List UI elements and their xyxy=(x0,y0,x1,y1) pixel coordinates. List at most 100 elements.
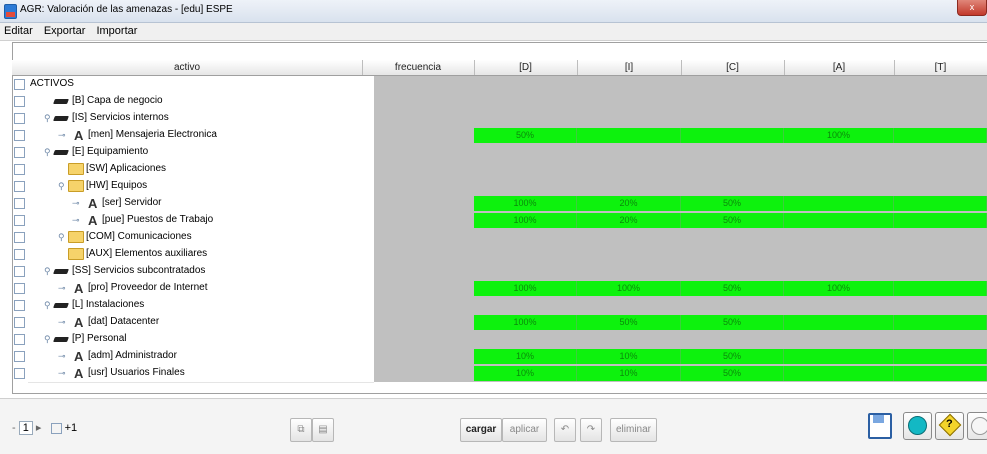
level-value[interactable]: 1 xyxy=(18,421,33,435)
row-checkbox[interactable] xyxy=(14,317,25,328)
table-row[interactable]: ⊸ A [dat] Datacenter 100% 50% 50% xyxy=(12,314,987,332)
tree-cell[interactable]: ACTIVOS xyxy=(28,76,374,94)
close-button[interactable]: x xyxy=(957,0,987,16)
table-row[interactable]: [AUX] Elementos auxiliares xyxy=(12,246,987,264)
level-checkbox[interactable] xyxy=(50,422,62,434)
smiley-icon[interactable] xyxy=(903,412,932,440)
table-row[interactable]: ACTIVOS xyxy=(12,76,987,94)
row-checkbox[interactable] xyxy=(14,300,25,311)
value-cell[interactable]: 50% xyxy=(681,366,784,381)
value-cell[interactable]: 20% xyxy=(577,196,681,211)
cargar-button[interactable]: cargar xyxy=(460,418,502,442)
value-cell[interactable] xyxy=(784,349,894,364)
row-checkbox[interactable] xyxy=(14,130,25,141)
table-row[interactable]: ⊸ A [usr] Usuarios Finales 10% 10% 50% xyxy=(12,365,987,383)
tree-cell[interactable]: ⚲ [HW] Equipos xyxy=(28,178,374,196)
node-handle-icon[interactable]: ⊸ xyxy=(58,283,66,294)
value-cell[interactable]: 10% xyxy=(577,349,681,364)
table-row[interactable]: ⚲ [P] Personal xyxy=(12,331,987,349)
table-row[interactable]: ⊸ A [ser] Servidor 100% 20% 50% xyxy=(12,195,987,213)
help-icon[interactable]: ? xyxy=(935,412,964,440)
expand-toggle-icon[interactable]: ⚲ xyxy=(44,334,51,345)
value-cell[interactable] xyxy=(894,366,987,381)
value-cell[interactable] xyxy=(784,213,894,228)
col-d[interactable]: [D] xyxy=(474,60,578,75)
tree-cell[interactable]: ⚲ [SS] Servicios subcontratados xyxy=(28,263,374,281)
table-row[interactable]: [SW] Aplicaciones xyxy=(12,161,987,179)
node-handle-icon[interactable]: ⊸ xyxy=(72,198,80,209)
value-cell[interactable]: 50% xyxy=(474,128,577,143)
value-cell[interactable]: 10% xyxy=(577,366,681,381)
aplicar-button[interactable]: aplicar xyxy=(502,418,547,442)
value-cell[interactable]: 50% xyxy=(681,315,784,330)
paste-icon[interactable]: ▤ xyxy=(312,418,334,442)
expand-toggle-icon[interactable]: ⚲ xyxy=(44,147,51,158)
col-c[interactable]: [C] xyxy=(681,60,785,75)
value-cell[interactable]: 100% xyxy=(784,281,894,296)
value-cell[interactable]: 100% xyxy=(474,213,577,228)
undo-icon[interactable]: ↶ xyxy=(554,418,576,442)
tree-cell[interactable]: ⊸ A [adm] Administrador xyxy=(28,348,374,366)
tree-cell[interactable]: ⚲ [P] Personal xyxy=(28,331,374,349)
row-checkbox[interactable] xyxy=(14,266,25,277)
value-cell[interactable] xyxy=(577,128,681,143)
value-cell[interactable] xyxy=(894,128,987,143)
row-checkbox[interactable] xyxy=(14,215,25,226)
col-i[interactable]: [I] xyxy=(577,60,682,75)
expand-toggle-icon[interactable]: ⚲ xyxy=(44,266,51,277)
value-cell[interactable]: 50% xyxy=(681,349,784,364)
value-cell[interactable] xyxy=(894,213,987,228)
table-row[interactable]: ⊸ A [men] Mensajeria Electronica 50% 100% xyxy=(12,127,987,145)
expand-toggle-icon[interactable]: ⚲ xyxy=(58,232,65,243)
redo-icon[interactable]: ↷ xyxy=(580,418,602,442)
row-checkbox[interactable] xyxy=(14,334,25,345)
row-checkbox[interactable] xyxy=(14,283,25,294)
tree-cell[interactable]: [AUX] Elementos auxiliares xyxy=(28,246,374,264)
value-cell[interactable] xyxy=(784,366,894,381)
row-checkbox[interactable] xyxy=(14,232,25,243)
node-handle-icon[interactable]: ⊸ xyxy=(72,215,80,226)
value-cell[interactable]: 100% xyxy=(474,281,577,296)
table-row[interactable]: ⚲ [SS] Servicios subcontratados xyxy=(12,263,987,281)
value-cell[interactable] xyxy=(784,196,894,211)
tree-cell[interactable]: ⚲ [COM] Comunicaciones xyxy=(28,229,374,247)
tree-cell[interactable]: ⊸ A [pue] Puestos de Trabajo xyxy=(28,212,374,230)
row-checkbox[interactable] xyxy=(14,351,25,362)
save-icon[interactable] xyxy=(868,413,892,439)
tree-cell[interactable]: ⚲ [IS] Servicios internos xyxy=(28,110,374,128)
sad-icon[interactable] xyxy=(967,412,987,440)
value-cell[interactable]: 50% xyxy=(681,196,784,211)
row-checkbox[interactable] xyxy=(14,164,25,175)
value-cell[interactable]: 100% xyxy=(474,196,577,211)
row-checkbox[interactable] xyxy=(14,181,25,192)
menu-exportar[interactable]: Exportar xyxy=(40,23,90,37)
tree-cell[interactable]: [B] Capa de negocio xyxy=(28,93,374,111)
value-cell[interactable]: 50% xyxy=(681,213,784,228)
table-row[interactable]: ⚲ [HW] Equipos xyxy=(12,178,987,196)
table-row[interactable]: [B] Capa de negocio xyxy=(12,93,987,111)
value-cell[interactable]: 20% xyxy=(577,213,681,228)
table-row[interactable]: ⚲ [IS] Servicios internos xyxy=(12,110,987,128)
row-checkbox[interactable] xyxy=(14,198,25,209)
table-row[interactable]: ⚲ [L] Instalaciones xyxy=(12,297,987,315)
col-frecuencia[interactable]: frecuencia xyxy=(362,60,475,75)
row-checkbox[interactable] xyxy=(14,96,25,107)
menu-editar[interactable]: Editar xyxy=(0,23,37,37)
value-cell[interactable]: 50% xyxy=(681,281,784,296)
value-cell[interactable]: 100% xyxy=(784,128,894,143)
tree-cell[interactable]: ⊸ A [men] Mensajeria Electronica xyxy=(28,127,374,145)
value-cell[interactable] xyxy=(894,196,987,211)
row-checkbox[interactable] xyxy=(14,249,25,260)
eliminar-button[interactable]: eliminar xyxy=(610,418,657,442)
row-checkbox[interactable] xyxy=(14,79,25,90)
value-cell[interactable]: 10% xyxy=(474,366,577,381)
row-checkbox[interactable] xyxy=(14,147,25,158)
node-handle-icon[interactable]: ⊸ xyxy=(58,130,66,141)
level-spinner[interactable]: - 1 ▸ +1 xyxy=(12,421,77,435)
tree-cell[interactable]: ⊸ A [pro] Proveedor de Internet xyxy=(28,280,374,298)
value-cell[interactable]: 100% xyxy=(577,281,681,296)
node-handle-icon[interactable]: ⊸ xyxy=(58,317,66,328)
tree-cell[interactable]: ⊸ A [usr] Usuarios Finales xyxy=(28,365,374,383)
tree-cell[interactable]: [SW] Aplicaciones xyxy=(28,161,374,179)
value-cell[interactable] xyxy=(894,349,987,364)
